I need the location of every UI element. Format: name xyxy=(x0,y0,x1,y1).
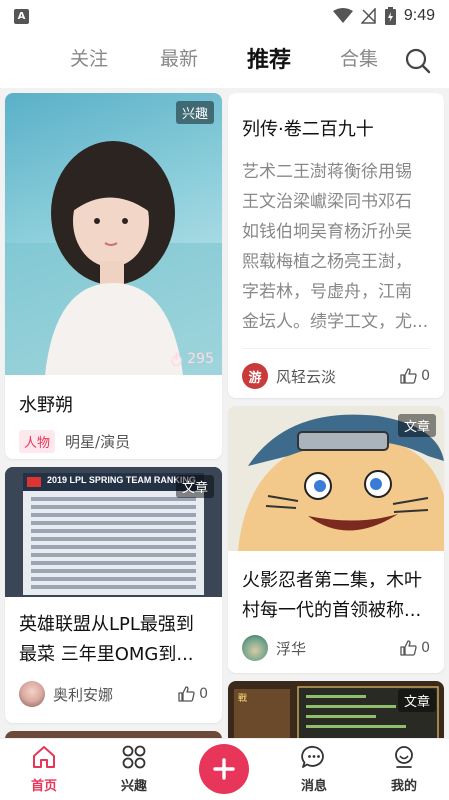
feed-card-text[interactable]: 列传·卷二百九十 艺术二王澍蒋衡徐用锡 王文治梁巘梁同书邓石 如钱伯坰吴育杨沂孙… xyxy=(228,93,444,398)
nav-mine[interactable]: 我的 xyxy=(374,745,434,794)
nav-home[interactable]: 首页 xyxy=(14,745,74,794)
hot-count-value: 295 xyxy=(187,351,214,367)
nav-messages-label: 消息 xyxy=(300,779,327,794)
interest-badge: 兴趣 xyxy=(175,101,214,124)
app-notification-icon: A xyxy=(14,8,29,24)
author-name[interactable]: 浮华 xyxy=(276,638,306,659)
feed-card-lpl[interactable]: 2019 LPL SPRING TEAM RANKING 文章 英雄联盟从LPL… xyxy=(5,467,222,723)
game-thumbnail: 戰 文章 xyxy=(228,681,444,738)
thumbnail-caption: 2019 LPL SPRING TEAM RANKING xyxy=(47,475,196,485)
author-name[interactable]: 奥利安娜 xyxy=(53,684,113,705)
person-meta: 人物 明星/演员 xyxy=(19,430,130,453)
tab-collections[interactable]: 合集 xyxy=(340,44,378,71)
chat-bubble-icon xyxy=(301,745,324,768)
text-card-body: 艺术二王澍蒋衡徐用锡 王文治梁巘梁同书邓石 如钱伯坰吴育杨沂孙吴 熙载梅植之杨亮… xyxy=(242,157,428,337)
person-category: 明星/演员 xyxy=(65,433,131,451)
naruto-thumbnail: 文章 xyxy=(228,406,444,551)
title-line: 火影忍者第二集，木叶 xyxy=(242,570,422,591)
title-line: 最菜 三年里OMG到... xyxy=(19,644,194,665)
tab-recommended[interactable]: 推荐 xyxy=(247,42,291,74)
nav-interest-label: 兴趣 xyxy=(120,779,147,794)
body-line: 如钱伯坰吴育杨沂孙吴 xyxy=(242,222,412,242)
avatar[interactable] xyxy=(19,681,45,707)
battery-icon xyxy=(384,7,396,25)
body-line: 字若林，号虚舟，江南 xyxy=(242,282,412,302)
home-icon xyxy=(33,746,55,768)
lpl-thumbnail: 2019 LPL SPRING TEAM RANKING 文章 xyxy=(5,467,222,597)
body-line: 熙载梅植之杨亮王澍， xyxy=(242,252,412,272)
person-photo: 兴趣 295 xyxy=(5,93,222,375)
thumbs-up-icon xyxy=(400,640,417,656)
grid-icon xyxy=(122,745,146,769)
like-count: 0 xyxy=(421,640,430,656)
text-card-title: 列传·卷二百九十 xyxy=(242,119,374,140)
thumbs-up-icon xyxy=(178,686,195,702)
search-icon[interactable] xyxy=(404,47,432,75)
nav-messages[interactable]: 消息 xyxy=(284,745,344,794)
author-row: 浮华 0 xyxy=(242,635,430,661)
nav-home-label: 首页 xyxy=(30,779,57,794)
svg-text:戰: 戰 xyxy=(238,692,247,704)
body-line: 金坛人。绩学工文，尤... xyxy=(242,312,429,332)
like-button[interactable]: 0 xyxy=(178,686,208,702)
like-count: 0 xyxy=(199,686,208,702)
create-post-button[interactable] xyxy=(199,744,249,794)
bottom-nav: 首页 兴趣 消息 我的 xyxy=(0,738,449,800)
feed: 兴趣 295 水野朔 人物 明星/演员 列传·卷二百九十 艺术二王澍蒋衡徐用锡 … xyxy=(0,88,449,738)
body-line: 王文治梁巘梁同书邓石 xyxy=(242,192,412,212)
person-name: 水野朔 xyxy=(19,395,73,416)
title-line: 村每一代的首领被称... xyxy=(242,600,422,621)
feed-card-partial[interactable] xyxy=(5,731,222,738)
avatar[interactable]: 游 xyxy=(242,363,268,389)
article-badge: 文章 xyxy=(397,689,436,712)
article-badge: 文章 xyxy=(397,414,436,437)
divider xyxy=(242,348,430,349)
feed-card-naruto[interactable]: 文章 火影忍者第二集，木叶 村每一代的首领被称... 浮华 0 xyxy=(228,406,444,673)
author-row: 游 风轻云淡 0 xyxy=(242,363,430,389)
article-badge: 文章 xyxy=(175,475,214,498)
thumbs-up-icon xyxy=(400,368,417,384)
wifi-icon xyxy=(332,8,353,23)
like-button[interactable]: 0 xyxy=(400,640,430,656)
tab-latest[interactable]: 最新 xyxy=(160,44,198,71)
nav-mine-label: 我的 xyxy=(390,779,417,794)
title-line: 英雄联盟从LPL最强到 xyxy=(19,614,194,635)
body-line: 艺术二王澍蒋衡徐用锡 xyxy=(242,162,412,182)
top-tab-bar: 关注 最新 推荐 合集 xyxy=(0,32,449,88)
nav-interest[interactable]: 兴趣 xyxy=(104,745,164,794)
tab-following[interactable]: 关注 xyxy=(70,44,108,71)
clock: 9:49 xyxy=(403,7,435,24)
flame-icon xyxy=(171,351,182,366)
plus-icon xyxy=(213,758,235,780)
like-count: 0 xyxy=(421,368,430,384)
feed-card-game[interactable]: 戰 文章 xyxy=(228,681,444,738)
no-signal-icon xyxy=(360,8,376,24)
feed-card-person[interactable]: 兴趣 295 水野朔 人物 明星/演员 xyxy=(5,93,222,459)
author-name[interactable]: 风轻云淡 xyxy=(276,366,336,387)
avatar[interactable] xyxy=(242,635,268,661)
author-row: 奥利安娜 0 xyxy=(19,681,208,707)
person-tag: 人物 xyxy=(19,430,56,453)
article-title: 英雄联盟从LPL最强到 最菜 三年里OMG到... xyxy=(19,610,194,670)
hot-count: 295 xyxy=(170,351,214,367)
status-bar: A 9:49 xyxy=(0,0,449,32)
article-title: 火影忍者第二集，木叶 村每一代的首领被称... xyxy=(242,566,422,626)
like-button[interactable]: 0 xyxy=(400,368,430,384)
profile-icon xyxy=(395,746,413,768)
portrait-illustration xyxy=(5,141,222,375)
